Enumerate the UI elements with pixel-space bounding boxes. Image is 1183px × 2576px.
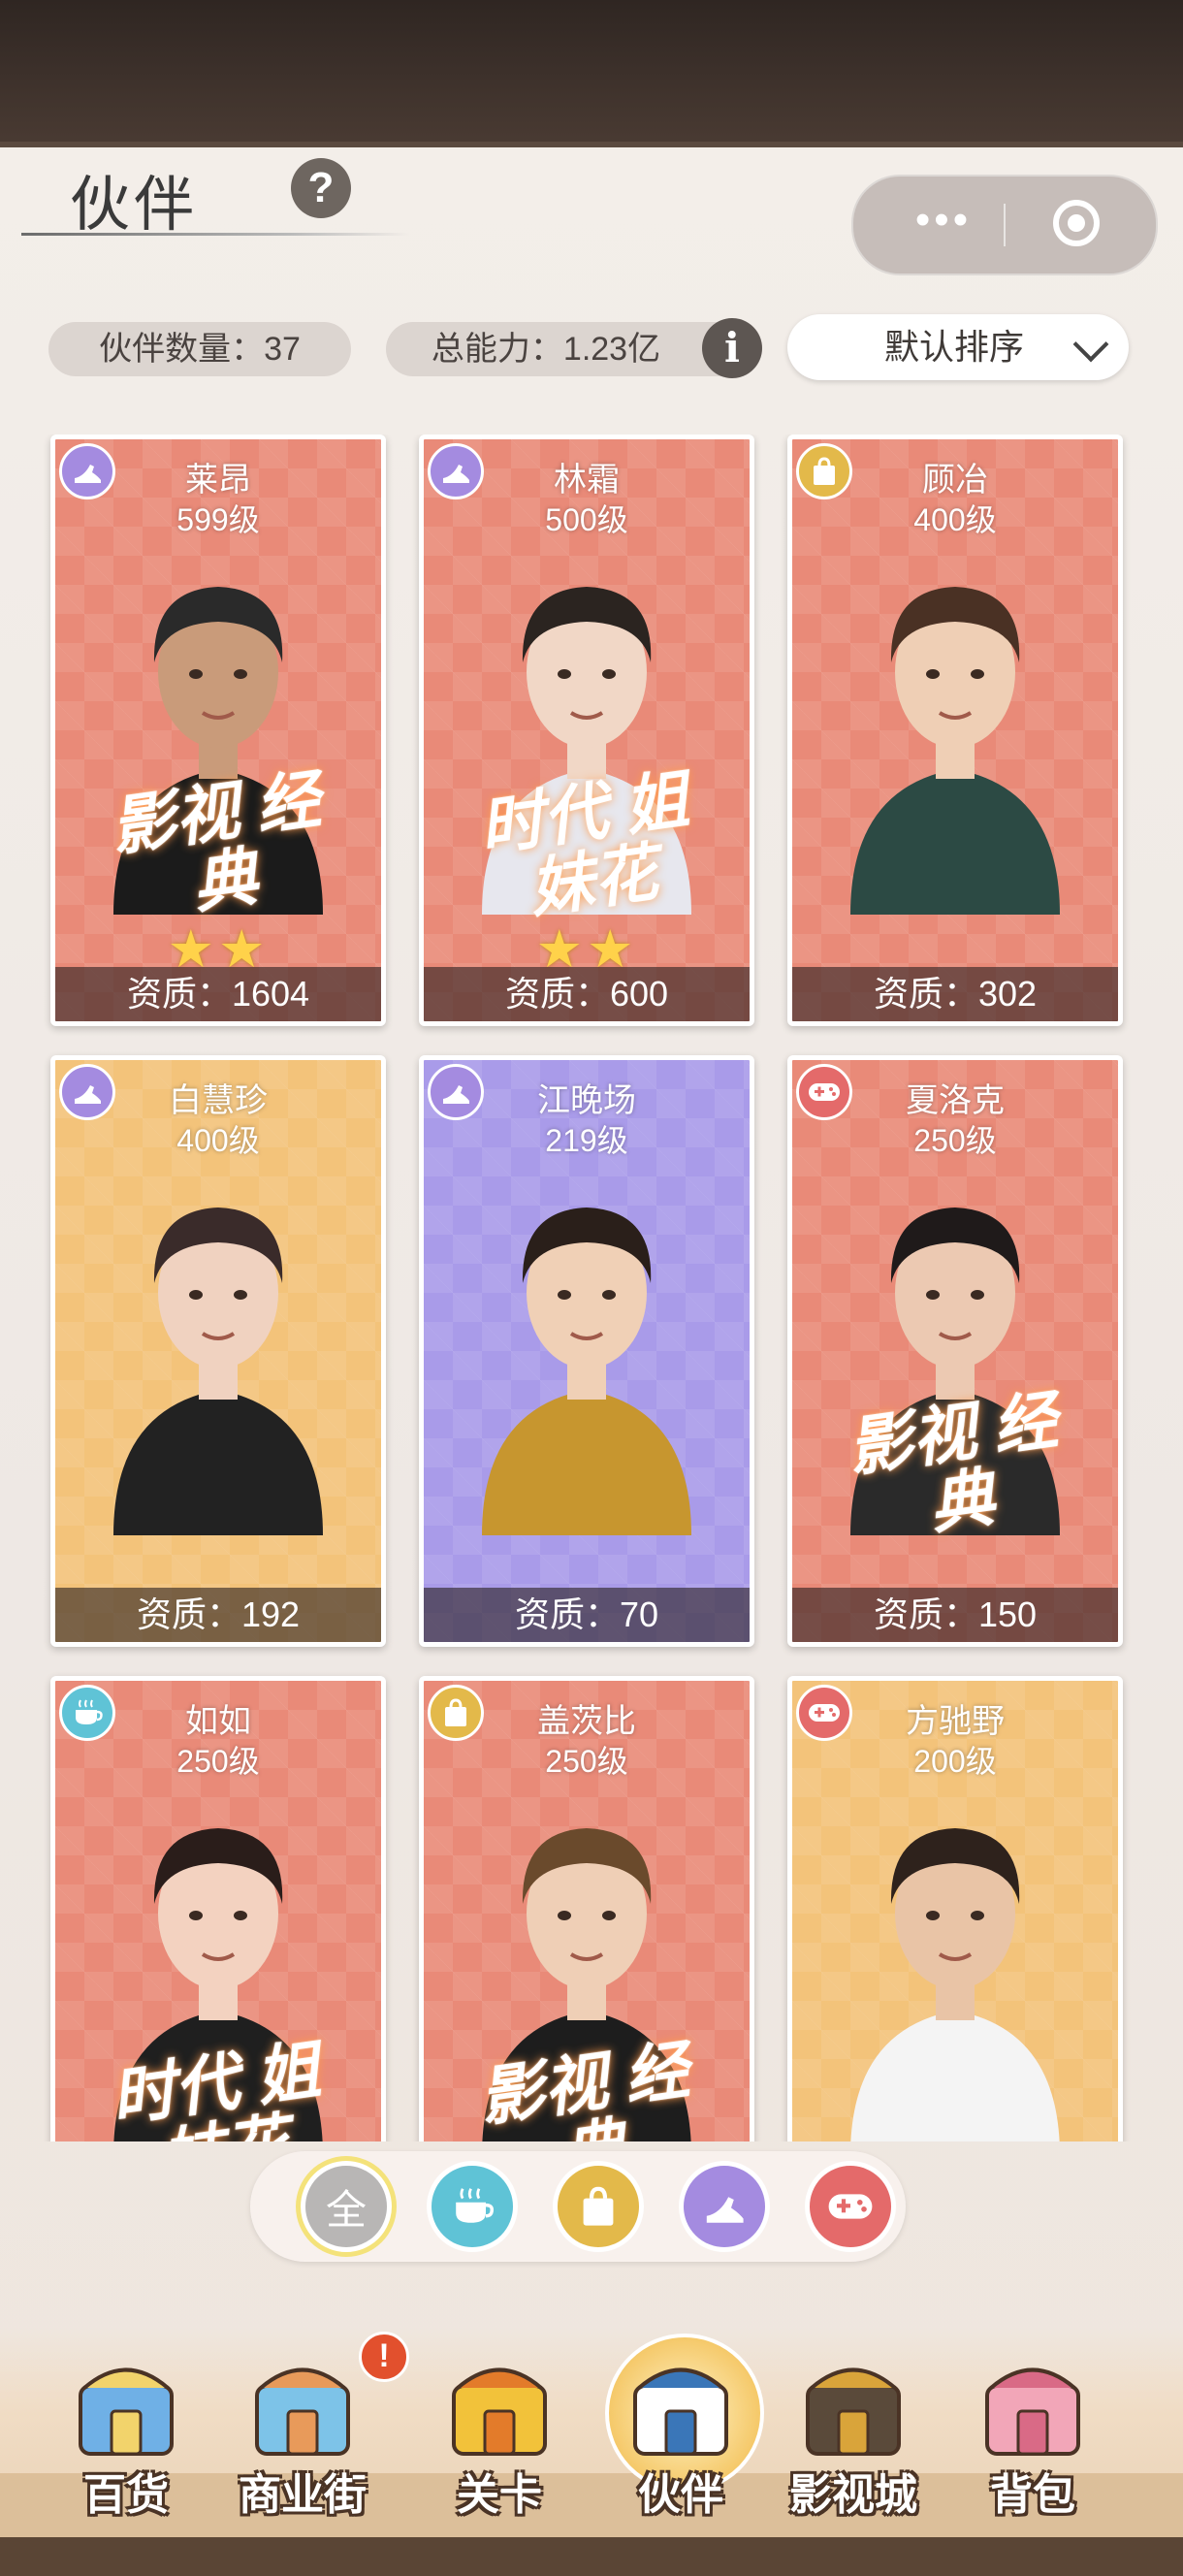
partner-name: 江晚场 [537, 1082, 636, 1119]
partner-level: 400级 [176, 1123, 260, 1158]
help-icon[interactable]: ? [291, 158, 351, 218]
chevron-down-icon [1072, 326, 1109, 363]
truck-icon [436, 2347, 562, 2463]
partner-card[interactable]: 如如 250级 时代 姐妹花 [50, 1676, 386, 2141]
partner-name: 顾冶 [922, 462, 988, 499]
partner-portrait [94, 1167, 342, 1535]
info-icon[interactable]: i [702, 318, 762, 378]
partner-portrait [463, 1167, 711, 1535]
filter-shoe-button[interactable] [679, 2161, 770, 2252]
partner-portrait [831, 546, 1079, 915]
partner-icon [618, 2347, 744, 2463]
partner-level: 599级 [176, 502, 260, 537]
partner-quality: 资质：70 [424, 1588, 750, 1642]
partner-grid: 莱昂 599级 影视 经典 ★★ 资质：1604 林霜 500级 时代 姐妹花 ★★ 资质：600… [0, 435, 1183, 2141]
nav-tab-6[interactable]: 背包 [945, 2337, 1120, 2551]
title-underline [21, 233, 409, 236]
partner-card[interactable]: 盖茨比 250级 影视 经典 [419, 1676, 754, 2141]
top-banner [0, 0, 1183, 147]
nav-tab-1[interactable]: 百货 [39, 2337, 213, 2551]
nav-tab-3[interactable]: 关卡 [412, 2337, 587, 2551]
partner-name: 莱昂 [185, 462, 251, 499]
partner-card[interactable]: 江晚场 219级资质：70 [419, 1055, 754, 1647]
partner-quality: 资质：600 [424, 967, 750, 1021]
partner-name: 盖茨比 [537, 1703, 636, 1740]
film-reel-icon [790, 2347, 916, 2463]
total-power-badge: 总能力：1.23亿 [386, 322, 745, 376]
partner-card[interactable]: 夏洛克 250级 影视 经典 资质：150 [787, 1055, 1123, 1647]
capsule-divider [1004, 204, 1006, 246]
partner-name: 方驰野 [906, 1703, 1005, 1740]
partner-quality: 资质：1604 [55, 967, 381, 1021]
nav-tab-4[interactable]: 伙伴 [593, 2334, 768, 2551]
sort-label: 默认排序 [884, 327, 1025, 367]
gamepad-icon [826, 2189, 875, 2224]
partner-level: 500级 [545, 502, 628, 537]
partner-portrait [831, 1787, 1079, 2141]
partner-level: 200级 [913, 1744, 997, 1779]
partner-level: 250级 [176, 1744, 260, 1779]
shoe-icon [701, 2186, 748, 2227]
filter-all-button[interactable]: 全 [301, 2161, 392, 2252]
partner-level: 250级 [545, 1744, 628, 1779]
close-miniprogram-button[interactable] [1053, 200, 1100, 246]
page-title: 伙伴 [70, 172, 199, 239]
nav-tab-label: 伙伴 [638, 2471, 723, 2519]
miniprogram-capsule: ••• [851, 175, 1158, 275]
partner-count-badge: 伙伴数量：37 [48, 322, 351, 376]
filter-bag-button[interactable] [553, 2161, 644, 2252]
more-options-button[interactable]: ••• [890, 194, 997, 252]
partner-level: 219级 [545, 1123, 628, 1158]
partner-name: 夏洛克 [906, 1082, 1005, 1119]
commercial-street-icon [240, 2347, 366, 2463]
partner-name: 林霜 [554, 462, 620, 499]
nav-tab-label: 影视城 [789, 2471, 917, 2519]
partner-quality: 资质：192 [55, 1588, 381, 1642]
bag-icon [578, 2185, 619, 2229]
filter-label: 全 [325, 2186, 367, 2233]
coffee-icon [449, 2186, 496, 2227]
partner-level: 400级 [913, 502, 997, 537]
partner-name: 白慧珍 [169, 1082, 268, 1119]
filter-coffee-button[interactable] [427, 2161, 518, 2252]
nav-tab-label: 背包 [990, 2471, 1075, 2519]
nav-tab-label: 关卡 [457, 2471, 542, 2519]
partner-name: 如如 [185, 1703, 251, 1740]
partner-card[interactable]: 白慧珍 400级资质：192 [50, 1055, 386, 1647]
filter-gamepad-button[interactable] [805, 2161, 896, 2252]
partner-quality: 资质：150 [792, 1588, 1118, 1642]
partner-card[interactable]: 林霜 500级 时代 姐妹花 ★★ 资质：600 [419, 435, 754, 1026]
department-store-icon [63, 2347, 189, 2463]
category-filter-bar: 全 [250, 2151, 906, 2262]
handbag-icon [970, 2347, 1096, 2463]
bottom-nav: 百货 商业街 关卡 伙伴 影视城 背包 [0, 2328, 1183, 2576]
partner-card[interactable]: 方驰野 200级 [787, 1676, 1123, 2141]
partner-quality: 资质：302 [792, 967, 1118, 1021]
nav-tab-label: 商业街 [239, 2471, 367, 2519]
nav-tab-label: 百货 [83, 2471, 169, 2519]
partner-card[interactable]: 顾冶 400级资质：302 [787, 435, 1123, 1026]
sort-dropdown[interactable]: 默认排序 [787, 314, 1129, 380]
partner-card[interactable]: 莱昂 599级 影视 经典 ★★ 资质：1604 [50, 435, 386, 1026]
nav-tab-5[interactable]: 影视城 [766, 2337, 941, 2551]
alert-badge: ! [359, 2332, 409, 2382]
partner-level: 250级 [913, 1123, 997, 1158]
